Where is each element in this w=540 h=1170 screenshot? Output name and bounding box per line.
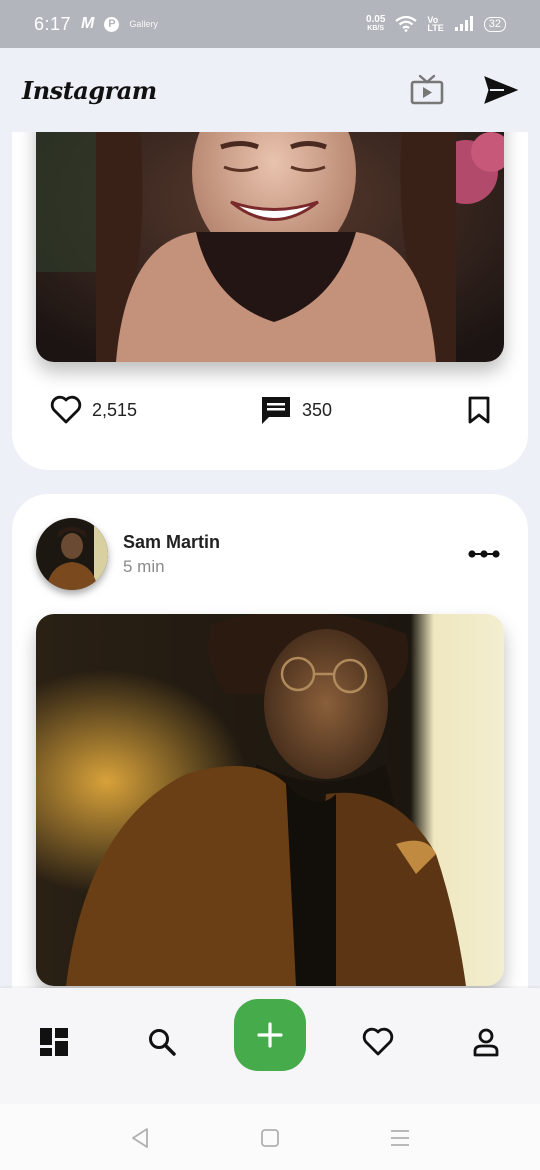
network-speed: 0.05 KB/S [365, 14, 386, 33]
add-icon [257, 1022, 283, 1048]
post-card: 2,515 350 [12, 132, 528, 470]
system-nav [0, 1104, 540, 1170]
bottom-nav [0, 988, 540, 1104]
signal-icon [454, 16, 473, 31]
igtv-icon[interactable] [410, 74, 444, 106]
notification-p-icon: P [104, 16, 120, 32]
post-meta: Sam Martin 5 min [123, 532, 220, 577]
bookmark-button[interactable] [468, 396, 490, 424]
menu-icon[interactable] [388, 1126, 412, 1150]
avatar[interactable] [36, 518, 108, 590]
direct-send-icon[interactable] [484, 75, 518, 105]
post-author[interactable]: Sam Martin [123, 532, 220, 553]
notification-gallery-icon: Gallery [129, 19, 158, 29]
wifi-icon [395, 16, 418, 32]
status-time: 6:17 [34, 13, 72, 34]
post-header: Sam Martin 5 min [36, 518, 504, 590]
post-time: 5 min [123, 556, 165, 576]
heart-icon[interactable] [358, 1022, 398, 1062]
app-logo: Instagram [22, 75, 157, 105]
comment-button[interactable]: 350 [260, 395, 332, 425]
post-image[interactable] [36, 132, 504, 362]
battery-icon: 32 [483, 16, 506, 32]
post-actions: 2,515 350 [50, 392, 490, 428]
heart-icon [50, 395, 82, 424]
notification-m-icon: M [81, 15, 95, 32]
bookmark-icon [468, 396, 490, 424]
post-image[interactable] [36, 614, 504, 986]
status-bar: 6:17 M P Gallery 0.05 KB/S Vo LTE 32 [0, 0, 540, 48]
home-icon[interactable] [258, 1126, 282, 1150]
likes-count: 2,515 [92, 399, 138, 420]
more-options-icon[interactable] [468, 548, 500, 560]
back-icon[interactable] [128, 1126, 152, 1150]
search-icon[interactable] [142, 1022, 182, 1062]
like-button[interactable]: 2,515 [50, 395, 137, 425]
post-card: Sam Martin 5 min [12, 494, 528, 988]
comment-icon [262, 397, 290, 424]
volte-indicator: Vo LTE [427, 15, 444, 33]
dashboard-icon[interactable] [34, 1022, 74, 1062]
app-header: Instagram [0, 48, 540, 132]
feed[interactable]: 2,515 350 Sam Martin 5 min [0, 132, 540, 988]
comments-count: 350 [302, 399, 333, 420]
profile-icon[interactable] [466, 1022, 506, 1062]
add-post-button[interactable] [234, 999, 306, 1071]
